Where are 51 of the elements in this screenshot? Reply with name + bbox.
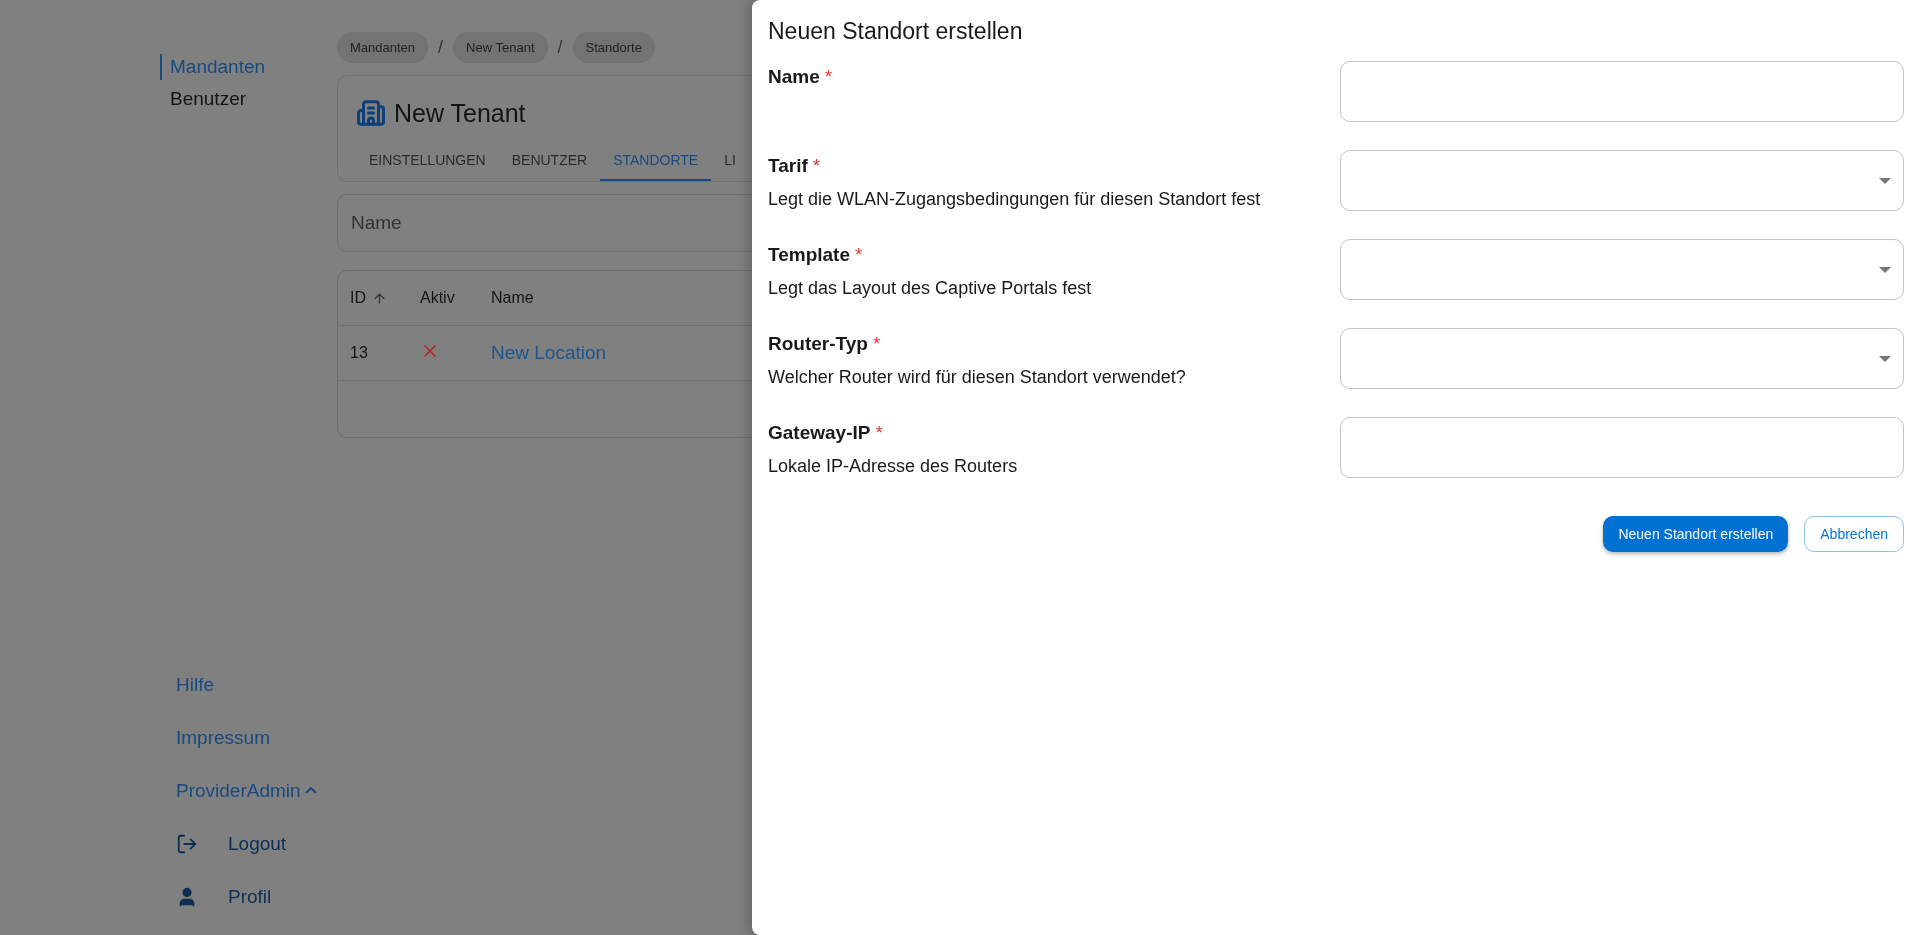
select-field[interactable]: [1340, 239, 1904, 300]
select-field[interactable]: [1340, 328, 1904, 389]
footer-link[interactable]: Impressum: [176, 711, 337, 764]
field-label: Template: [768, 244, 850, 266]
breadcrumb-chip[interactable]: New Tenant: [453, 32, 548, 63]
field-help-text: Lokale IP-Adresse des Routers: [768, 456, 1019, 477]
breadcrumb-separator: /: [438, 37, 444, 58]
user-menu-toggle[interactable]: ProviderAdmin: [176, 764, 337, 817]
building-icon: [356, 98, 386, 128]
breadcrumb-chip[interactable]: Mandanten: [337, 32, 429, 63]
column-header[interactable]: Aktiv: [420, 289, 491, 307]
field-label: Gateway-IP: [768, 422, 871, 444]
table-cell-text: 13: [350, 344, 369, 362]
sidebar-item[interactable]: Mandanten: [160, 54, 337, 80]
chevron-up-icon: [304, 787, 317, 794]
input-field[interactable]: [1340, 61, 1904, 122]
location-link[interactable]: New Location: [491, 342, 607, 363]
input-field[interactable]: [1340, 417, 1904, 478]
footer-link[interactable]: Hilfe: [176, 658, 337, 711]
breadcrumb-chip[interactable]: Standorte: [572, 32, 655, 63]
required-mark: *: [872, 333, 881, 355]
tab[interactable]: STANDORTE: [600, 140, 712, 181]
breadcrumb-separator: /: [557, 37, 563, 58]
dropdown-caret-icon: [1879, 355, 1891, 362]
logout-icon: [176, 832, 198, 855]
required-mark: *: [855, 244, 863, 266]
required-mark: *: [824, 66, 833, 88]
required-mark: *: [812, 155, 821, 177]
user-menu-item[interactable]: Logout: [176, 817, 337, 870]
required-mark: *: [875, 422, 883, 444]
column-header[interactable]: ID: [350, 289, 420, 307]
sidebar-item[interactable]: Benutzer: [160, 86, 337, 112]
create-button[interactable]: Neuen Standort erstellen: [1603, 516, 1789, 552]
tab[interactable]: LI: [711, 140, 749, 181]
select-field[interactable]: [1340, 150, 1904, 211]
user-menu-item[interactable]: Profil: [176, 870, 337, 923]
dropdown-caret-icon: [1879, 177, 1891, 184]
tab[interactable]: BENUTZER: [498, 140, 601, 181]
field-help-text: Legt die WLAN-Zugangsbedingungen für diesen Standort fest: [768, 189, 1262, 210]
cancel-button[interactable]: Abbrechen: [1804, 516, 1904, 552]
field-help-text: Legt das Layout des Captive Portals fest: [768, 278, 1093, 299]
column-header[interactable]: Name: [491, 289, 752, 307]
field-help-text: Welcher Router wird für diesen Standort verwendet?: [768, 367, 1187, 388]
dialog-title: Neuen Standort erstellen: [768, 18, 1024, 45]
name-filter-field[interactable]: Name: [337, 194, 752, 252]
field-label: Name: [768, 66, 820, 88]
dropdown-caret-icon: [1879, 266, 1891, 273]
tenant-title: New Tenant: [394, 98, 526, 128]
field-label: Router-Typ: [768, 333, 868, 355]
field-label: Tarif: [768, 155, 808, 177]
tab[interactable]: EINSTELLUNGEN: [356, 140, 499, 181]
